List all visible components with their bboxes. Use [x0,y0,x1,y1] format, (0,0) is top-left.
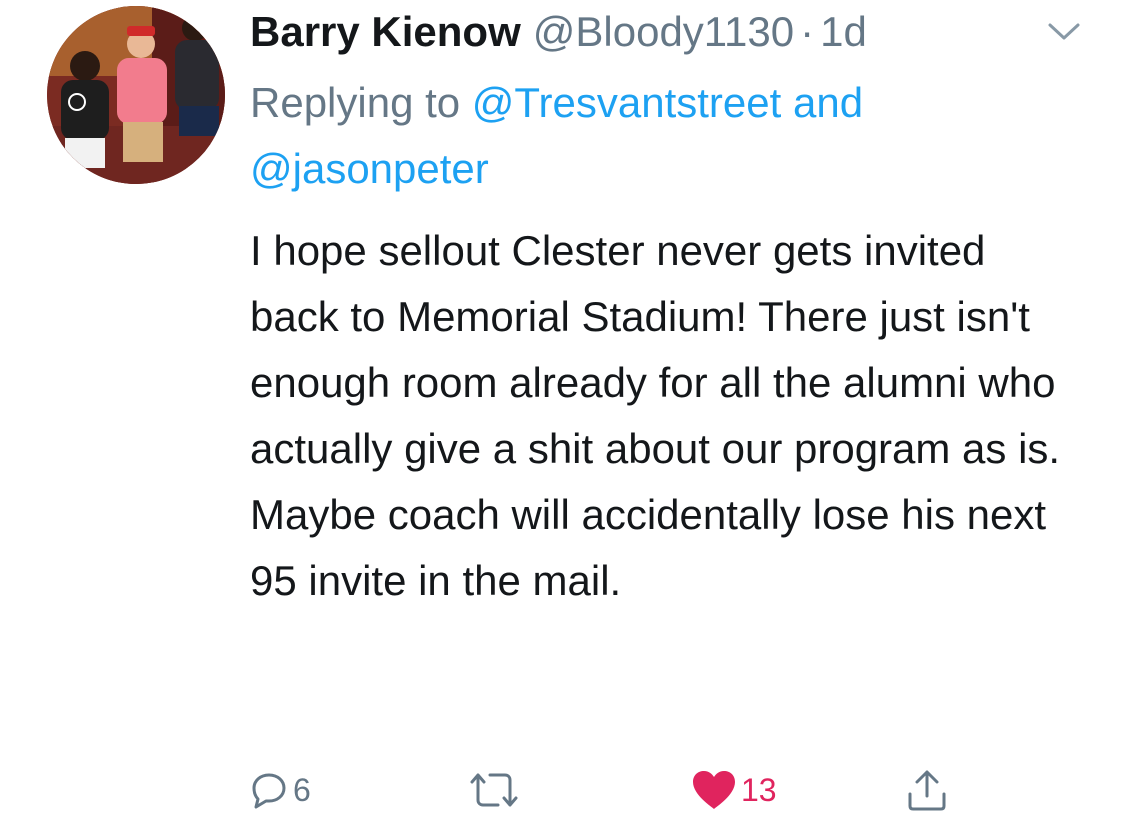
reply-button[interactable]: 6 [249,760,311,820]
more-options-button[interactable] [1046,18,1082,44]
tweet-header: Barry Kienow @Bloody1130 · 1d [250,4,867,60]
avatar-photo-icon [47,6,225,184]
replying-to: Replying to @Tresvantstreet and @jasonpe… [250,70,1070,202]
user-handle[interactable]: @Bloody1130 [533,8,794,55]
retweet-button[interactable] [466,760,522,820]
share-upload-icon [908,770,946,811]
mention-link[interactable]: @Tresvantstreet [472,79,782,126]
separator-dot: · [800,8,815,55]
like-button[interactable]: 13 [691,760,777,820]
display-name[interactable]: Barry Kienow [250,8,521,55]
reply-count: 6 [293,772,311,808]
chevron-down-icon [1048,23,1080,40]
tweet-text: I hope sellout Clester never gets invite… [250,227,1061,604]
reply-bubble-icon [252,773,286,809]
replying-to-label: Replying to [250,79,461,126]
avatar[interactable] [47,6,225,184]
like-count: 13 [741,772,777,808]
tweet-actions: 6 13 [0,760,1125,820]
tweet: Barry Kienow @Bloody1130 · 1d Replying to @… [0,0,1125,829]
retweet-arrows-icon [470,773,518,807]
mention-link[interactable]: @jasonpeter [250,145,489,192]
timestamp[interactable]: 1d [820,8,867,55]
share-button[interactable] [905,760,949,820]
heart-icon [693,771,735,809]
replying-to-joiner[interactable]: and [793,79,863,126]
